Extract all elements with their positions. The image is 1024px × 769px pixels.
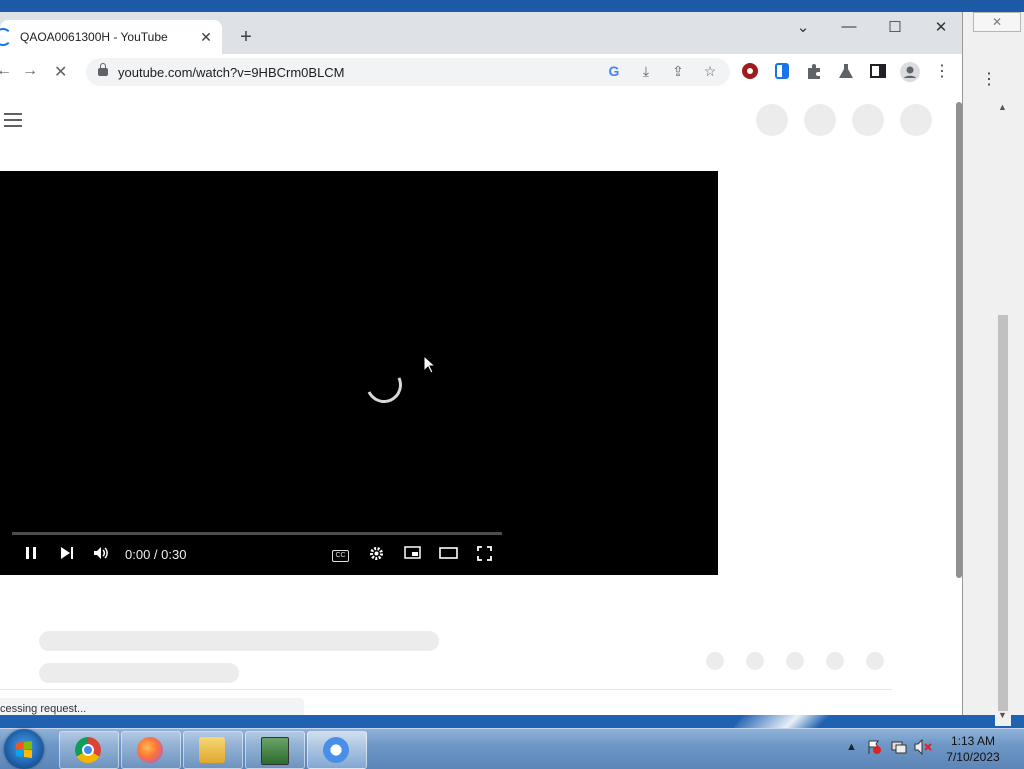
browser-toolbar: ← → ✕ youtube.com/watch?v=9HBCrm0BLCM G … xyxy=(0,54,962,90)
skeleton-action-dot xyxy=(826,652,844,670)
chromium-icon xyxy=(323,737,349,763)
new-tab-button[interactable]: + xyxy=(236,26,256,49)
loading-spinner-icon xyxy=(360,361,408,409)
status-text: cessing request... xyxy=(0,703,87,715)
skeleton-action-dot xyxy=(746,652,764,670)
windows-logo-icon xyxy=(16,741,32,758)
install-app-icon[interactable]: ⤓ xyxy=(637,63,655,80)
tab-search-button[interactable]: ⌄ xyxy=(793,18,813,36)
chrome-window: QAOA0061300H - YouTube ✕ + ⌄ — ☐ ✕ ← → ✕… xyxy=(0,12,962,715)
firefox-icon xyxy=(137,737,163,763)
tab-youtube[interactable]: QAOA0061300H - YouTube ✕ xyxy=(0,20,222,54)
bookmark-star-icon[interactable]: ☆ xyxy=(701,63,719,80)
task-manager-icon xyxy=(261,737,289,765)
skeleton-action-dot xyxy=(786,652,804,670)
minimize-button[interactable]: — xyxy=(839,18,859,35)
chrome-menu-icon[interactable]: ⋮ xyxy=(933,61,951,81)
status-bubble: cessing request... xyxy=(0,698,304,715)
skeleton-header-circle xyxy=(900,104,932,136)
profile-avatar-icon[interactable] xyxy=(900,62,920,82)
taskbar-task-manager-button[interactable] xyxy=(245,731,305,769)
background-window: ✕ ⋮ ▲ ▼ xyxy=(962,12,1024,726)
scrollbar-thumb[interactable] xyxy=(998,315,1008,711)
miniplayer-icon[interactable] xyxy=(402,546,422,563)
forward-button[interactable]: → xyxy=(22,62,38,80)
background-window-scrollbar[interactable]: ▲ ▼ xyxy=(995,100,1011,726)
address-bar[interactable]: youtube.com/watch?v=9HBCrm0BLCM xyxy=(86,58,730,86)
skeleton-header-circle xyxy=(804,104,836,136)
action-center-flag-icon[interactable] xyxy=(866,739,882,758)
taskbar-chrome-button[interactable] xyxy=(59,731,119,769)
tab-title: QAOA0061300H - YouTube xyxy=(20,30,168,44)
maximize-button[interactable]: ☐ xyxy=(885,18,905,36)
stop-loading-button[interactable]: ✕ xyxy=(54,62,67,82)
youtube-page: 0:00 / 0:30 CC xyxy=(0,90,955,715)
page-scrollbar[interactable] xyxy=(955,90,962,715)
pause-button[interactable] xyxy=(21,546,41,564)
hamburger-menu-icon[interactable] xyxy=(4,113,22,131)
skeleton-action-dot xyxy=(866,652,884,670)
theater-mode-icon[interactable] xyxy=(438,546,458,563)
share-icon[interactable]: ⇪ xyxy=(669,63,687,80)
tab-loading-spinner-icon xyxy=(0,28,12,46)
google-lens-icon[interactable]: G xyxy=(605,63,623,79)
background-window-menu-icon[interactable]: ⋮ xyxy=(981,72,997,88)
settings-gear-icon[interactable] xyxy=(366,546,386,565)
taskbar-chromium-button[interactable] xyxy=(307,731,367,769)
back-button[interactable]: ← xyxy=(0,62,12,80)
clock-date: 7/10/2023 xyxy=(946,750,1000,764)
taskbar-explorer-button[interactable] xyxy=(183,731,243,769)
skeleton-subtitle-bar xyxy=(39,663,239,683)
lock-icon[interactable] xyxy=(98,63,108,76)
page-scrollbar-thumb[interactable] xyxy=(956,102,962,578)
start-button[interactable] xyxy=(4,729,44,769)
tab-close-icon[interactable]: ✕ xyxy=(198,29,214,46)
close-window-button[interactable]: ✕ xyxy=(931,18,951,36)
network-icon[interactable] xyxy=(890,739,908,758)
taskbar-firefox-button[interactable] xyxy=(121,731,181,769)
volume-muted-icon[interactable] xyxy=(914,738,932,758)
extension-doc-icon[interactable] xyxy=(773,62,791,80)
background-window-close-button[interactable]: ✕ xyxy=(973,12,1021,32)
system-clock[interactable]: 1:13 AM 7/10/2023 xyxy=(937,733,1009,765)
chrome-icon xyxy=(75,737,101,763)
folder-icon xyxy=(199,737,225,763)
skeleton-action-dot xyxy=(706,652,724,670)
taskbar: ▲ 1:13 AM 7/10/2023 xyxy=(0,728,1024,769)
tab-strip: QAOA0061300H - YouTube ✕ + ⌄ — ☐ ✕ xyxy=(0,12,962,54)
labs-flask-icon[interactable] xyxy=(837,62,855,80)
captions-icon[interactable]: CC xyxy=(332,550,349,562)
side-panel-icon[interactable] xyxy=(869,62,887,80)
show-hidden-icons-icon[interactable]: ▲ xyxy=(846,741,857,753)
video-player[interactable]: 0:00 / 0:30 CC xyxy=(0,171,718,575)
volume-icon[interactable] xyxy=(91,546,111,564)
video-progress-bar[interactable] xyxy=(12,532,502,535)
video-time: 0:00 / 0:30 xyxy=(125,547,187,562)
page-divider xyxy=(0,689,892,690)
extensions-puzzle-icon[interactable] xyxy=(805,62,823,80)
clock-time: 1:13 AM xyxy=(950,734,996,748)
scroll-up-arrow-icon[interactable]: ▲ xyxy=(998,102,1007,112)
skeleton-title-bar xyxy=(39,631,439,651)
skeleton-header-circle xyxy=(852,104,884,136)
fullscreen-icon[interactable] xyxy=(474,546,494,565)
extension-red-icon[interactable] xyxy=(741,62,759,80)
next-button[interactable] xyxy=(57,546,77,564)
skeleton-header-circle xyxy=(756,104,788,136)
scroll-down-arrow-icon[interactable]: ▼ xyxy=(998,710,1007,720)
